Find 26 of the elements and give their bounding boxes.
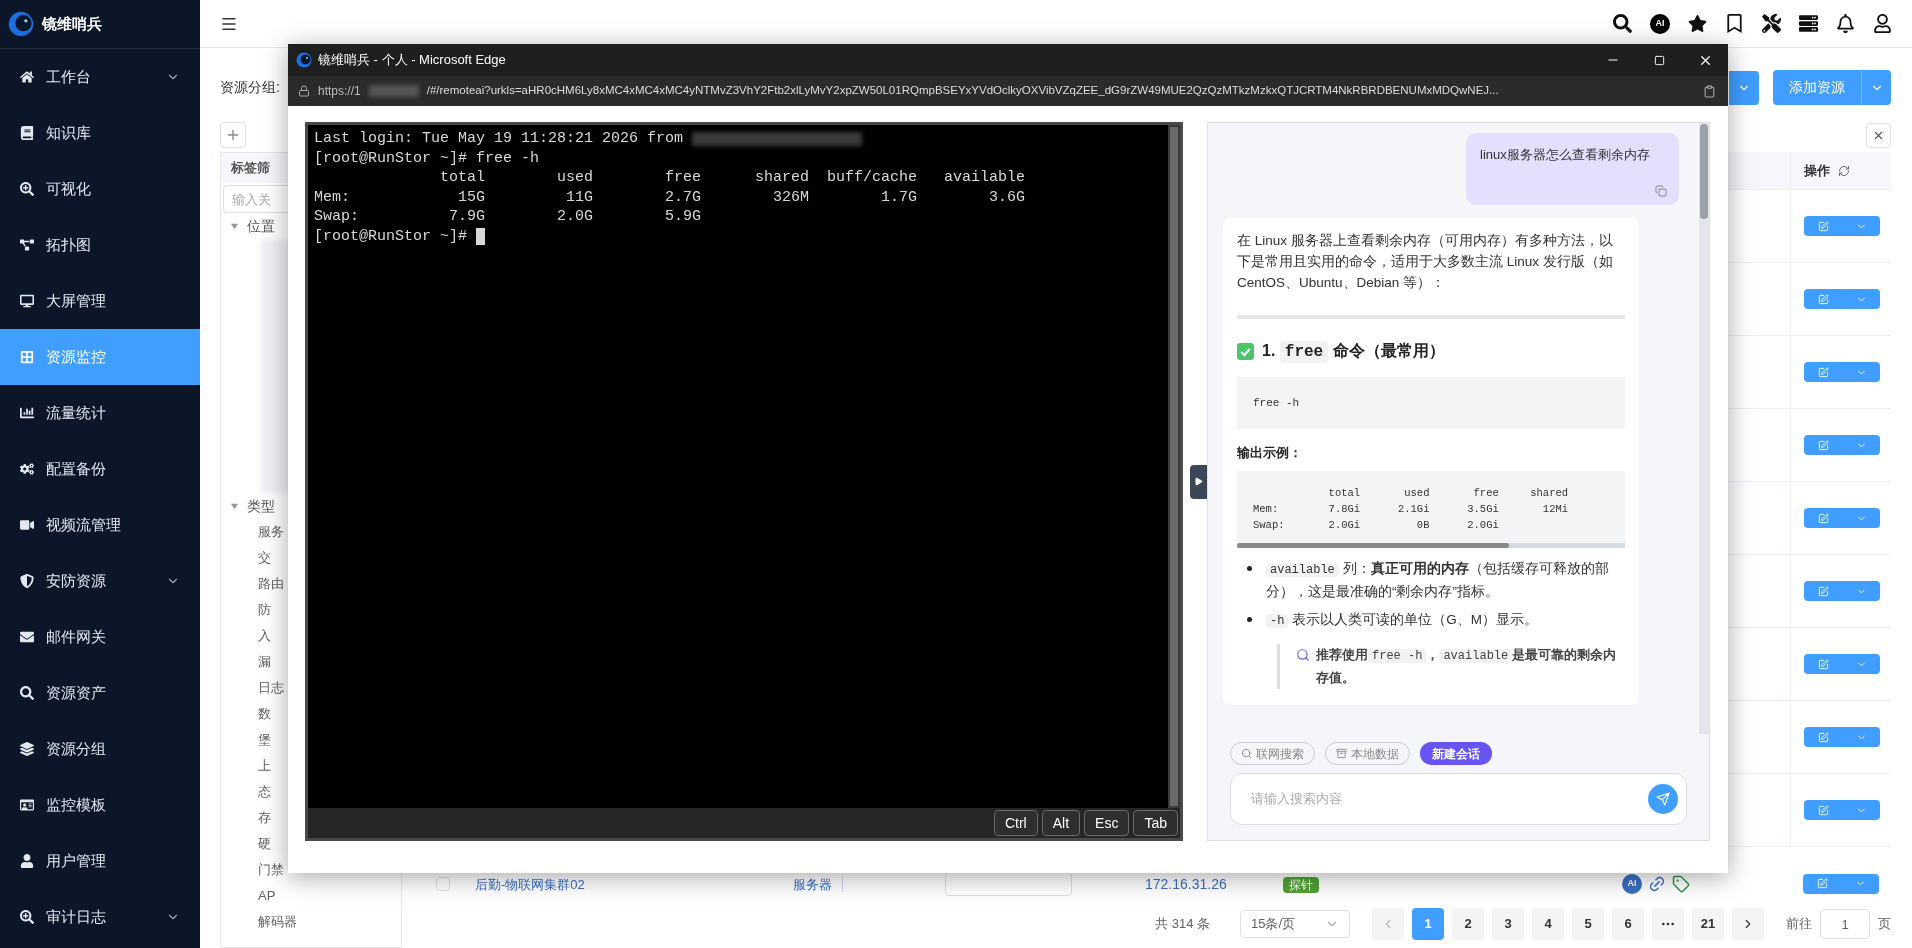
terminal-line: total used free shared buff/cache available xyxy=(439,168,1026,188)
total-count: 共 314 条 xyxy=(1155,915,1210,934)
goto-label: 前往 xyxy=(1786,915,1812,934)
bullet-text: -h 表示以人类可读的单位（G、M）显示。 xyxy=(1266,608,1538,632)
tip-text: 推荐使用 free -h ， available 是最可靠的剩余内存值。 xyxy=(1316,645,1618,687)
section-heading: 1. free 命令（最常用） xyxy=(1262,339,1445,364)
type-tag: 服务器 xyxy=(793,876,843,892)
terminal-line: Mem: 15G 11G 2.7G 326M 1.7G 3.6G xyxy=(314,187,1026,207)
window-title: 镜维哨兵 - 个人 - Microsoft Edge xyxy=(318,51,506,70)
column-header: 操作 xyxy=(1804,161,1830,180)
bullet-text: available 列：真正可用的内存（包括缓存可释放的部分），这是最准确的“剩余内存”指标。 xyxy=(1266,559,1610,601)
status-badge: 探针 xyxy=(1283,876,1319,893)
user-message-text: linux服务器怎么查看剩余内存 xyxy=(1480,146,1651,164)
ip-address: 172.16.31.26 xyxy=(1145,875,1227,892)
terminal-line: Last login: Tue May 19 11:28:21 2026 from xyxy=(314,129,684,149)
url-text: /#/remoteai?urkls=aHR0cHM6Ly8xMC4xMC4xMC4yNTMvZ3VhY2Ftb2xlLyMvY2xpZW50L01RQmpBSEYxYVdOclkyOXVibVZqZEE_dG9rZW49MUE2QzQzMTkzMzkxQTJCRTM4NkRBRDBENUMxMDQwNEJ... xyxy=(426,83,1499,99)
terminal-line: Swap: 7.9G 2.0G 5.9G xyxy=(314,207,702,227)
brand-name: 镜维哨兵 xyxy=(42,13,102,34)
page-suffix: 页 xyxy=(1878,915,1891,934)
code-block: free -h xyxy=(1237,376,1625,429)
answer-paragraph: 在 Linux 服务器上查看剩余内存（可用内存）有多种方法，以下是常用且实用的命令，适用于大多数主流 Linux 发行版（如CentOS、Ubuntu、Debian 等）： xyxy=(1237,231,1614,292)
output-code-block: total used free shared Mem: 7.8Gi 2.1Gi 3.5Gi 12Mi Swap: 2.0Gi 0B 2.0Gi xyxy=(1237,470,1625,548)
output-label: 输出示例： xyxy=(1237,444,1303,462)
group-label: 资源分组: xyxy=(220,78,280,97)
terminal-prompt: [root@RunStor ~]# xyxy=(314,226,468,246)
url-text: https://1 xyxy=(318,83,361,100)
